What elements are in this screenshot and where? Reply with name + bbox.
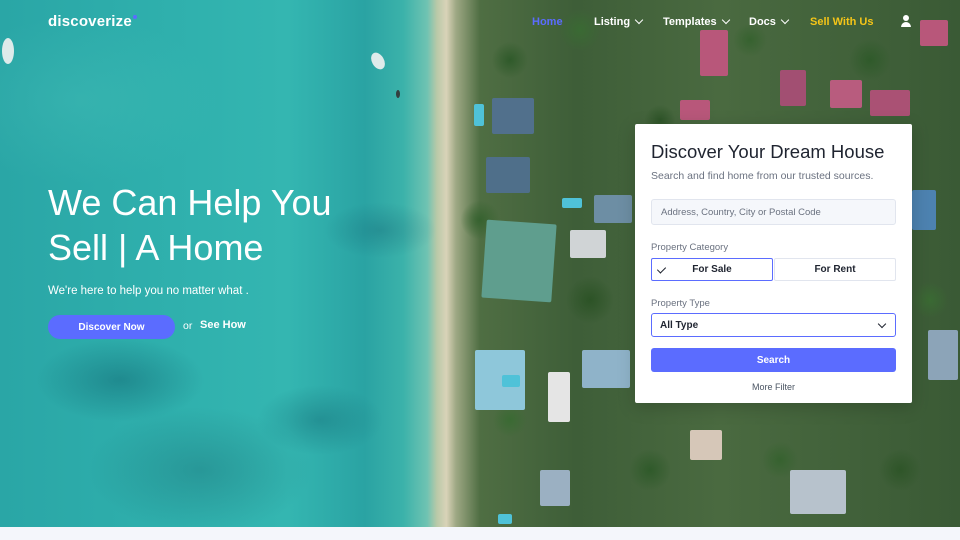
for-rent-toggle[interactable]: For Rent [774, 258, 896, 281]
pool [498, 514, 512, 524]
see-how-link[interactable]: See How [200, 319, 246, 331]
or-text: or [183, 320, 193, 332]
card-subtitle: Search and find home from our trusted so… [651, 170, 874, 182]
nav-listing[interactable]: Listing [594, 15, 644, 28]
nav-docs[interactable]: Docs [749, 15, 790, 28]
house-roof [790, 470, 846, 514]
property-type-select[interactable]: All Type [651, 313, 896, 337]
nav-templates-label: Templates [663, 16, 717, 28]
address-input[interactable] [651, 199, 896, 225]
nav-listing-label: Listing [594, 16, 631, 28]
house-roof [582, 350, 630, 388]
chevron-down-icon [721, 15, 730, 25]
house-roof [690, 430, 722, 460]
search-card: Discover Your Dream House Search and fin… [635, 124, 912, 403]
house-roof [481, 219, 557, 303]
more-filter-link[interactable]: More Filter [635, 382, 912, 392]
page-bottom-strip [0, 527, 960, 540]
property-category-label: Property Category [651, 242, 729, 253]
check-icon [656, 264, 667, 274]
card-title: Discover Your Dream House [651, 141, 885, 162]
house-roof [540, 470, 570, 506]
house-roof [492, 98, 534, 134]
nav-docs-label: Docs [749, 16, 776, 28]
for-sale-label: For Sale [692, 264, 732, 275]
pool [562, 198, 582, 208]
user-icon[interactable] [900, 15, 912, 27]
brand-logo[interactable]: discoverize [48, 13, 137, 30]
house-roof [570, 230, 606, 258]
boat [396, 90, 400, 98]
hero-title-line2: Sell | A Home [48, 227, 264, 268]
chevron-down-icon [877, 319, 887, 329]
house-roof [548, 372, 570, 422]
hero-title-line1: We Can Help You [48, 182, 332, 223]
pool [474, 104, 484, 126]
nav-home[interactable]: Home [532, 16, 563, 28]
house-roof [594, 195, 632, 223]
hero-title: We Can Help You Sell | A Home [48, 180, 428, 270]
nav-sell-with-us[interactable]: Sell With Us [810, 16, 873, 28]
for-rent-label: For Rent [814, 264, 856, 275]
user-icon-body [901, 22, 911, 27]
house-roof [928, 330, 958, 380]
chevron-down-icon [634, 15, 644, 25]
hero-subtitle: We're here to help you no matter what . [48, 285, 249, 297]
house-roof [680, 100, 710, 120]
house-roof [912, 190, 936, 230]
house-roof [780, 70, 806, 106]
property-type-value: All Type [660, 319, 699, 331]
search-button[interactable]: Search [651, 348, 896, 372]
for-sale-toggle[interactable]: For Sale [651, 258, 773, 281]
house-roof [486, 157, 530, 193]
property-type-label: Property Type [651, 298, 710, 309]
pool [502, 375, 520, 387]
discover-now-button[interactable]: Discover Now [48, 315, 175, 339]
house-roof [830, 80, 862, 108]
top-nav: discoverize Home Listing Templates Docs … [0, 0, 960, 44]
chevron-down-icon [780, 15, 790, 25]
logo-dot [132, 15, 137, 19]
user-icon-head [903, 15, 909, 21]
nav-templates[interactable]: Templates [663, 15, 730, 28]
house-roof [870, 90, 910, 116]
